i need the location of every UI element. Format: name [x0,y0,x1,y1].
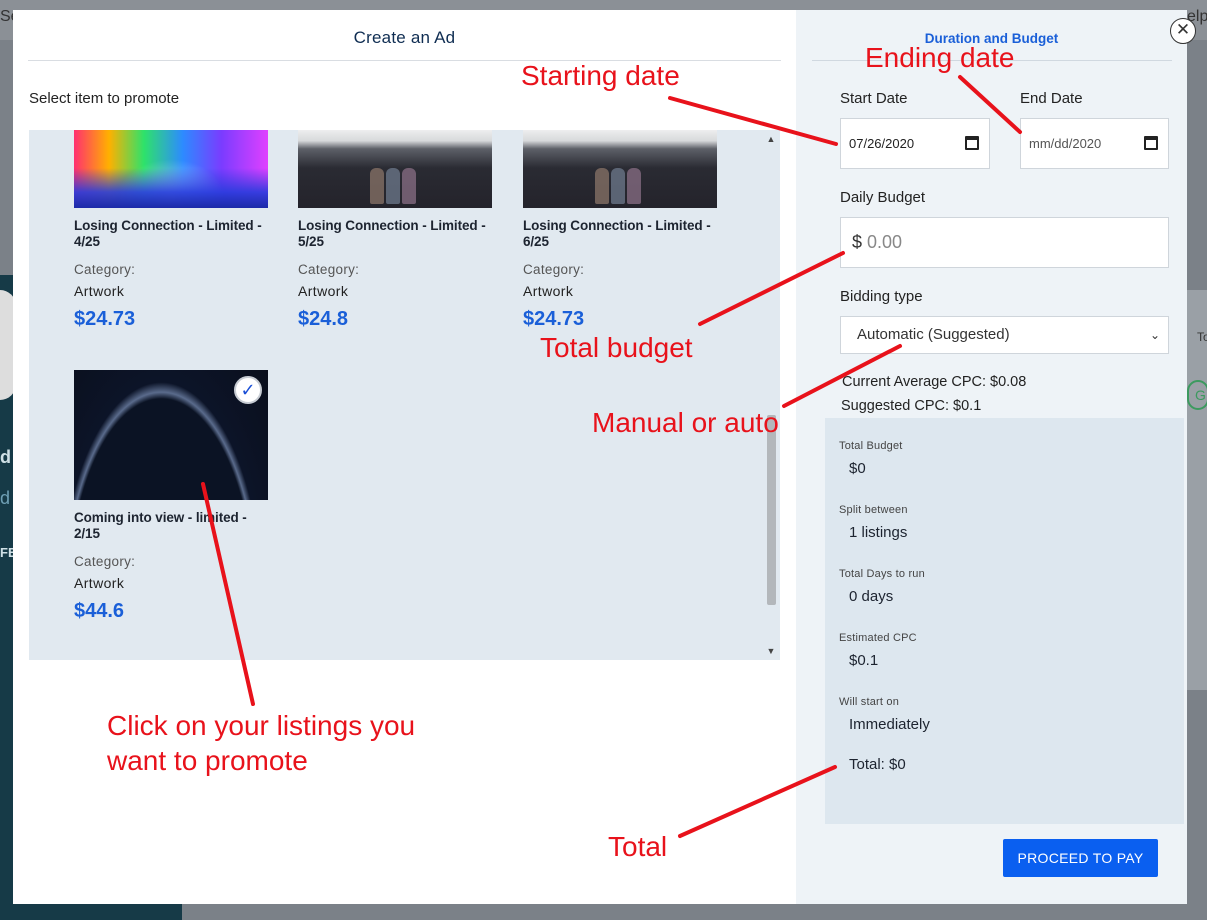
listing-price: $24.73 [523,308,585,330]
daily-budget-label: Daily Budget [840,189,926,206]
start-label: Will start on [839,696,900,708]
start-date-value: 07/26/2020 [849,136,915,151]
total-budget-value: $0 [849,460,866,477]
background-right-panel: To G [1187,290,1207,690]
calendar-icon[interactable] [965,136,979,150]
listing-price: $24.8 [298,308,349,330]
currency-symbol: $ [852,232,863,252]
scroll-thumb[interactable] [767,415,776,605]
suggested-cpc: Suggested CPC: $0.1 [841,398,982,414]
background-text-fragment: d [0,447,11,467]
listing-category: Artwork [298,283,349,299]
annotation-total-budget: Total budget [540,332,693,363]
start-date-label: Start Date [840,90,908,107]
annotation-manual-or-auto: Manual or auto [592,407,779,438]
bidding-type-label: Bidding type [840,288,923,305]
chevron-down-icon: ⌄ [1149,328,1160,342]
end-date-value: mm/dd/2020 [1029,136,1102,151]
bidding-type-value: Automatic (Suggested) [857,326,1010,343]
listing-title: Losing Connection - Limited - 5/25 [298,218,486,249]
listing-thumbnail[interactable]: ✓ [74,370,268,500]
close-icon[interactable]: ✕ [1170,18,1196,44]
listing-grid[interactable]: Losing Connection - Limited - 4/25 Categ… [29,130,780,660]
listing-card[interactable]: Losing Connection - Limited - 6/25 Categ… [523,130,719,331]
listing-price: $44.6 [74,600,125,622]
total-amount: Total: $0 [849,756,906,773]
total-days-label: Total Days to run [839,568,925,580]
daily-budget-placeholder: 0.00 [867,232,903,252]
start-date-input[interactable]: 07/26/2020 [840,118,990,169]
listing-scrollbar[interactable]: ▲ ▼ [762,130,780,660]
listing-title: Losing Connection - Limited - 4/25 [74,218,262,249]
listing-category: Artwork [74,575,125,591]
listing-title: Coming into view - limited - 2/15 [74,510,247,541]
split-between-value: 1 listings [849,524,908,541]
listing-category: Artwork [74,283,125,299]
listing-category: Artwork [523,283,574,299]
bidding-type-select[interactable]: Automatic (Suggested) ⌄ [840,316,1169,354]
listing-category-label: Category: [298,262,360,277]
total-budget-label: Total Budget [839,440,903,452]
calendar-icon[interactable] [1144,136,1158,150]
listing-thumbnail[interactable] [523,130,717,208]
annotation-total: Total [608,831,668,862]
background-text-fragment: d [0,488,11,508]
background-button-fragment: G [1187,380,1207,410]
duration-budget-pane: Duration and Budget ✕ Start Date End Dat… [796,10,1196,904]
annotation-click-listings-line1: Click on your listings you [107,710,416,741]
scroll-up-arrow-icon[interactable]: ▲ [766,134,776,144]
listing-category-label: Category: [523,262,585,277]
budget-summary: Total Budget $0 Split between 1 listings… [825,418,1184,824]
annotation-starting-date: Starting date [521,60,680,91]
start-value: Immediately [849,716,930,733]
proceed-to-pay-button[interactable]: PROCEED TO PAY [1003,839,1158,877]
end-date-input[interactable]: mm/dd/2020 [1020,118,1169,169]
annotation-click-listings-line2: want to promote [107,745,308,776]
split-between-label: Split between [839,504,908,516]
listing-category-label: Category: [74,554,136,569]
listing-category-label: Category: [74,262,136,277]
listing-thumbnail[interactable] [298,130,492,208]
scroll-down-arrow-icon[interactable]: ▼ [766,646,776,656]
listing-card[interactable]: Losing Connection - Limited - 5/25 Categ… [298,130,494,331]
modal-title: Create an Ad [353,28,456,47]
listing-title: Losing Connection - Limited - 6/25 [523,218,711,249]
daily-budget-input[interactable]: $ 0.00 [840,217,1169,268]
annotation-ending-date: Ending date [865,42,1015,73]
listing-card-selected[interactable]: ✓ Coming into view - limited - 2/15 Cate… [74,370,270,623]
end-date-label: End Date [1020,90,1083,107]
selected-check-icon[interactable]: ✓ [234,376,262,404]
current-average-cpc: Current Average CPC: $0.08 [842,374,1027,390]
select-item-label: Select item to promote [29,90,180,107]
total-days-value: 0 days [849,588,894,605]
listing-card[interactable]: Losing Connection - Limited - 4/25 Categ… [74,130,270,331]
listing-thumbnail[interactable] [74,130,268,208]
background-text-fragment: To [1197,330,1207,344]
estimated-cpc-value: $0.1 [849,652,879,669]
estimated-cpc-label: Estimated CPC [839,632,917,644]
listing-price: $24.73 [74,308,136,330]
